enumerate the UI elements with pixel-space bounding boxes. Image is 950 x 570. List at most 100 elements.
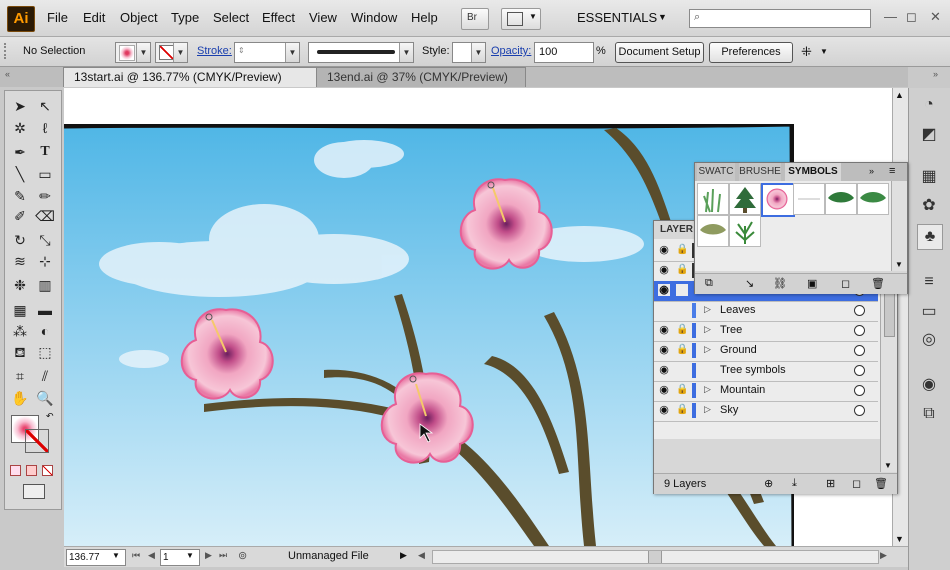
pen-tool-icon[interactable]: ✒: [9, 142, 31, 162]
eye-icon[interactable]: ◉: [658, 264, 670, 276]
grip-handle[interactable]: [4, 43, 9, 59]
menu-view[interactable]: View: [309, 10, 337, 25]
artboard-tool-icon[interactable]: ⌗: [9, 366, 31, 386]
blob-brush-tool-icon[interactable]: ✐: [9, 206, 31, 226]
swap-fill-stroke-icon[interactable]: ↶: [46, 411, 54, 422]
arrange-documents-button[interactable]: ▼: [501, 8, 541, 30]
trash-icon[interactable]: 🗑: [871, 277, 885, 290]
scroll-up-icon[interactable]: ▲: [895, 90, 904, 100]
rotate-tool-icon[interactable]: ↻: [9, 230, 31, 250]
live-paint-bucket-tool-icon[interactable]: ⛾: [9, 342, 31, 362]
fill-color-dropdown[interactable]: ▼: [115, 42, 151, 63]
appearance-panel-icon[interactable]: ◉: [917, 373, 941, 397]
make-clipping-mask-icon[interactable]: ⤓: [792, 477, 797, 490]
eyedropper-tool-icon[interactable]: ⁂: [9, 321, 31, 341]
hand-tool-icon[interactable]: ✋: [9, 388, 31, 408]
target-icon[interactable]: [854, 365, 865, 376]
blank-symbol[interactable]: [793, 183, 825, 215]
collapse-panel-icon[interactable]: »: [869, 166, 874, 176]
menu-effect[interactable]: Effect: [262, 10, 295, 25]
menu-select[interactable]: Select: [213, 10, 249, 25]
plant-symbol[interactable]: [729, 215, 761, 247]
live-paint-selection-tool-icon[interactable]: ⬚: [34, 342, 56, 362]
tab-symbols[interactable]: SYMBOLS: [785, 163, 841, 181]
gradient-panel-icon[interactable]: ▭: [917, 300, 941, 324]
first-artboard-icon[interactable]: ⏮: [132, 550, 140, 561]
eye-icon[interactable]: [658, 304, 670, 316]
layer-row[interactable]: ◉ 🔒 ▷ Mountain: [654, 381, 878, 402]
menu-window[interactable]: Window: [351, 10, 397, 25]
help-search-input[interactable]: ⌕: [689, 9, 871, 28]
layer-row[interactable]: ◉ 🔒 ▷ Sky: [654, 401, 878, 422]
layer-row[interactable]: ▷ Leaves: [654, 301, 878, 322]
free-transform-tool-icon[interactable]: ⊹: [34, 251, 56, 271]
scroll-right-icon[interactable]: ▶: [880, 550, 887, 561]
zoom-tool-icon[interactable]: 🔍: [34, 388, 56, 408]
chevron-down-icon[interactable]: ▼: [112, 551, 120, 560]
target-icon[interactable]: [854, 405, 865, 416]
leaf-symbol[interactable]: [825, 183, 857, 215]
graphic-styles-panel-icon[interactable]: ⧉: [917, 402, 941, 426]
place-symbol-icon[interactable]: ↘: [745, 277, 754, 290]
status-menu-icon[interactable]: ▶: [400, 550, 407, 561]
next-artboard-icon[interactable]: ▶: [205, 550, 212, 561]
tree-symbol[interactable]: [729, 183, 761, 215]
color-panel-icon[interactable]: ◔: [917, 93, 941, 117]
layer-row[interactable]: ◉ 🔒 ▷ Ground: [654, 341, 878, 362]
graph-tool-icon[interactable]: ▥: [34, 275, 56, 295]
color-mode-icon[interactable]: [10, 465, 21, 476]
expand-triangle-icon[interactable]: ▷: [704, 324, 711, 335]
magic-wand-tool-icon[interactable]: ✲: [9, 118, 31, 138]
align-options-icon[interactable]: ⁜: [801, 44, 812, 60]
brush-definition-dropdown[interactable]: ▼: [308, 42, 414, 63]
grass-symbol[interactable]: [697, 183, 729, 215]
brushes-panel-icon[interactable]: ✿: [917, 194, 941, 218]
leaf-symbol-3[interactable]: [697, 215, 729, 247]
color-guide-icon[interactable]: ◩: [917, 123, 941, 147]
gradient-mode-icon[interactable]: [26, 465, 37, 476]
symbols-scrollbar[interactable]: ▼: [891, 181, 907, 271]
target-icon[interactable]: [854, 305, 865, 316]
tab-13end[interactable]: 13end.ai @ 37% (CMYK/Preview): [316, 67, 526, 87]
layer-row[interactable]: ◉ 🔒 ▷ Tree: [654, 321, 878, 342]
scroll-down-icon[interactable]: ▼: [884, 461, 892, 470]
lock-icon[interactable]: 🔒: [676, 324, 688, 336]
symbol-sprayer-tool-icon[interactable]: ❉: [9, 275, 31, 295]
gradient-tool-icon[interactable]: ▬: [34, 300, 56, 320]
lasso-tool-icon[interactable]: ℓ: [34, 118, 56, 138]
eye-icon[interactable]: ◉: [658, 244, 670, 256]
horizontal-scrollbar[interactable]: [432, 550, 879, 564]
trash-icon[interactable]: 🗑: [874, 477, 888, 490]
stroke-weight-field[interactable]: ⇕ ▼: [234, 42, 300, 63]
opacity-label[interactable]: Opacity:: [491, 45, 531, 57]
target-icon[interactable]: [854, 345, 865, 356]
blend-tool-icon[interactable]: ◐: [34, 321, 56, 341]
tab-13start[interactable]: 13start.ai @ 136.77% (CMYK/Preview): [63, 67, 325, 87]
mesh-tool-icon[interactable]: ▦: [9, 300, 31, 320]
menu-type[interactable]: Type: [171, 10, 199, 25]
previous-artboard-icon[interactable]: ◀: [148, 550, 155, 561]
symbol-options-icon[interactable]: ▣: [807, 277, 817, 290]
lock-icon[interactable]: 🔒: [676, 384, 688, 396]
layer-row[interactable]: ◉ Tree symbols: [654, 361, 878, 382]
preferences-button[interactable]: Preferences: [709, 42, 793, 63]
direct-selection-tool-icon[interactable]: ↖: [34, 96, 56, 116]
last-artboard-icon[interactable]: ⏭: [219, 550, 227, 561]
lock-icon[interactable]: 🔒: [676, 264, 688, 276]
screen-mode-icon[interactable]: [23, 484, 45, 499]
slice-tool-icon[interactable]: ⫽: [34, 366, 56, 386]
eraser-tool-icon[interactable]: ⌫: [34, 206, 56, 226]
close-icon[interactable]: ✕: [930, 9, 941, 25]
pencil-tool-icon[interactable]: ✏: [34, 186, 56, 206]
scroll-thumb[interactable]: [648, 551, 662, 563]
expand-triangle-icon[interactable]: ▷: [704, 344, 711, 355]
chevron-down-icon[interactable]: ▼: [186, 551, 194, 560]
scale-tool-icon[interactable]: ⤡: [34, 230, 56, 250]
chevron-down-icon[interactable]: ▼: [820, 47, 828, 56]
none-mode-icon[interactable]: [42, 465, 53, 476]
stroke-label[interactable]: Stroke:: [197, 45, 232, 57]
break-link-icon[interactable]: ⛓: [773, 277, 787, 290]
swatches-panel-icon[interactable]: ▦: [917, 165, 941, 189]
minimize-icon[interactable]: —: [884, 9, 897, 24]
lock-icon[interactable]: 🔒: [676, 404, 688, 416]
